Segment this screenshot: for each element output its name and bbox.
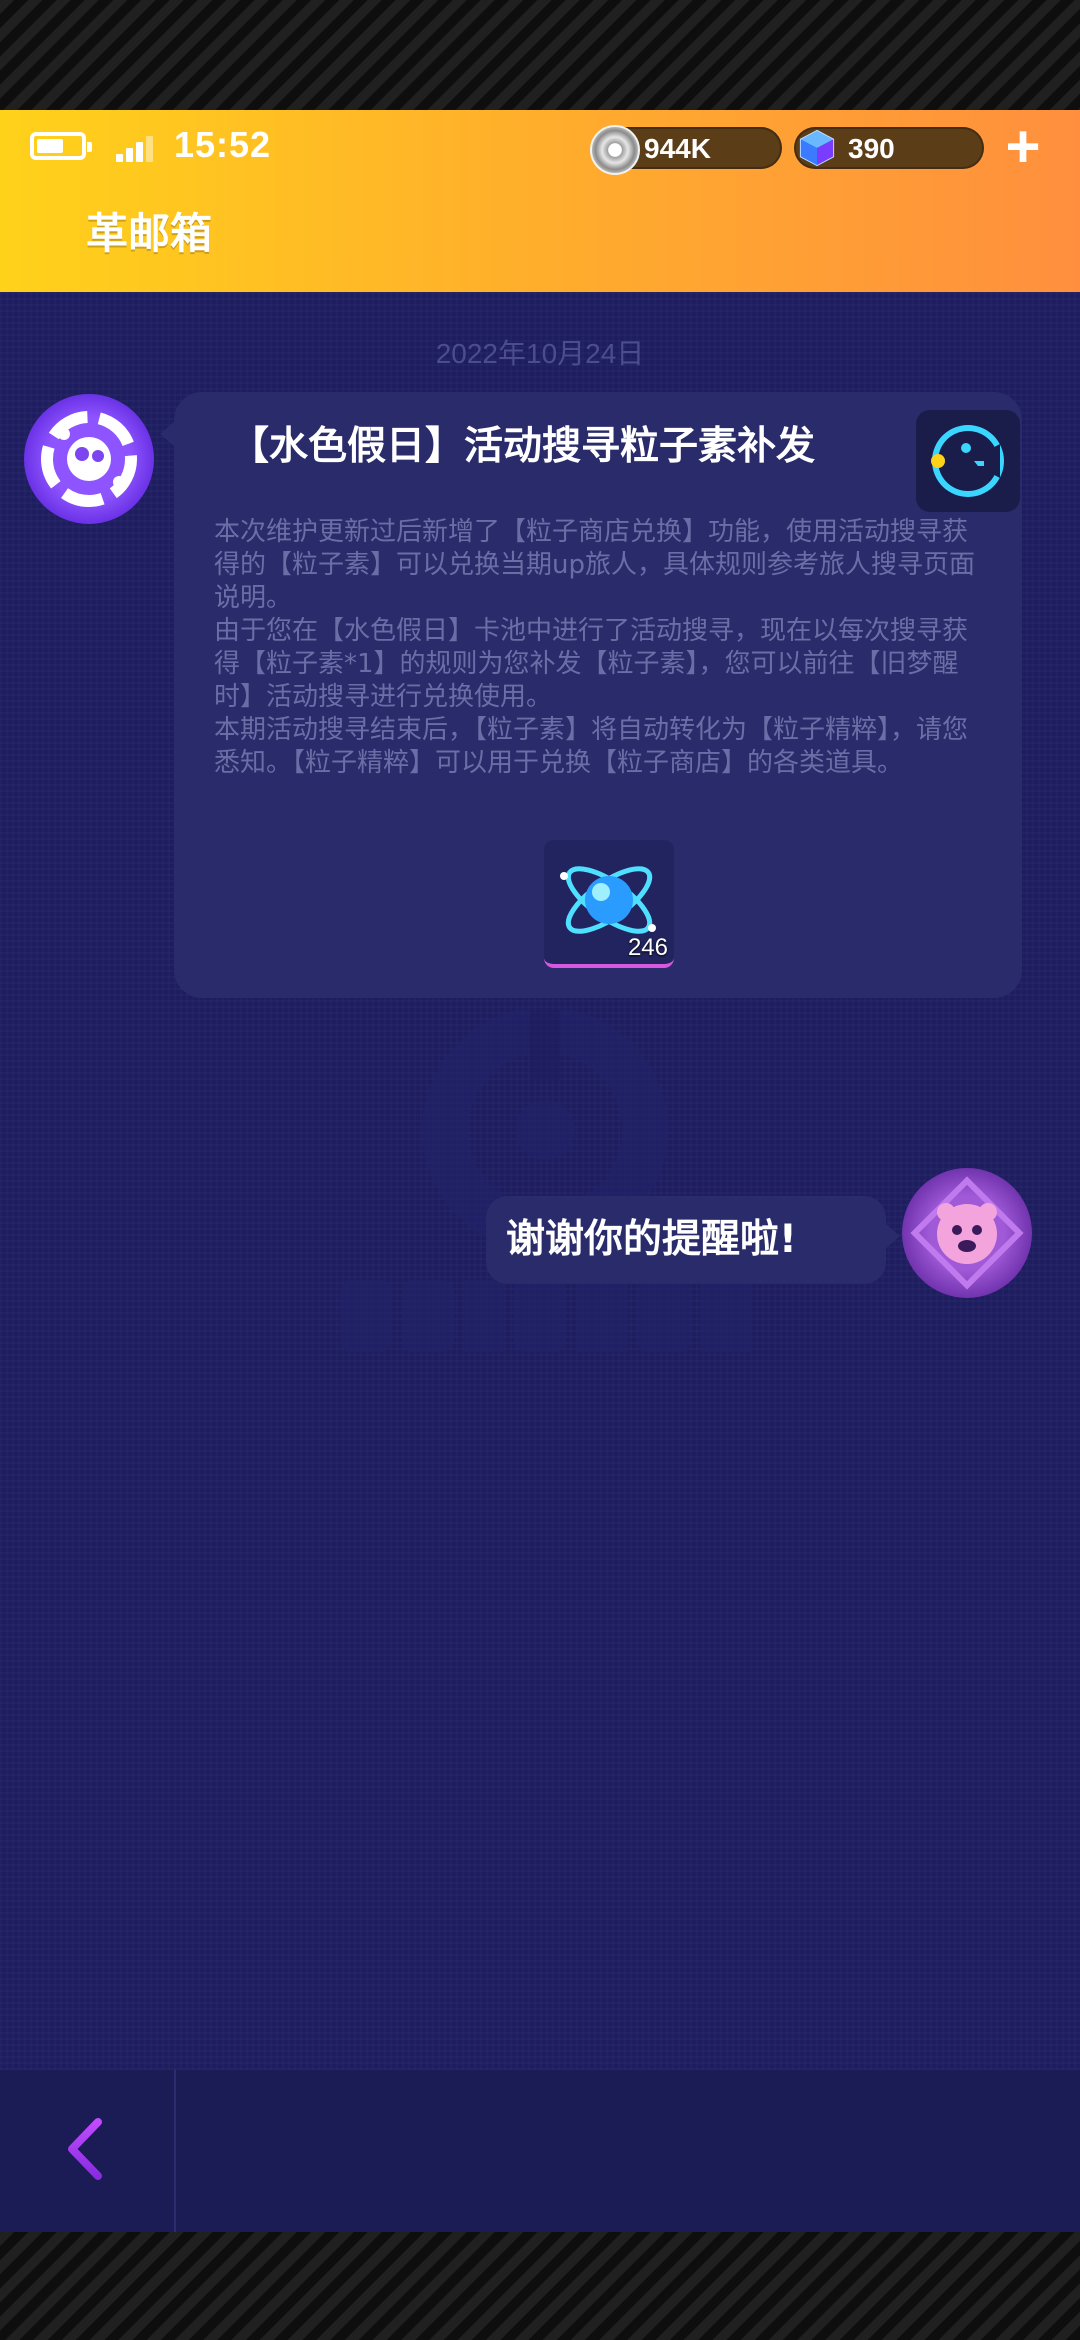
footer-divider <box>174 2070 176 2232</box>
footer-bar <box>0 2070 1080 2232</box>
message-body: 本次维护更新过后新增了【粒子商店兑换】功能，使用活动搜寻获得的【粒子素】可以兑换… <box>214 517 975 778</box>
reply-bubble-tail <box>884 1222 900 1250</box>
coin-balance[interactable]: 944K <box>590 125 782 175</box>
user-avatar[interactable] <box>902 1168 1032 1298</box>
reply-bubble[interactable]: 谢谢你的提醒啦! <box>486 1196 886 1284</box>
reply-text: 谢谢你的提醒啦! <box>506 1217 797 1262</box>
attachment-item[interactable]: 246 <box>544 840 674 968</box>
message-title: 【水色假日】活动搜寻粒子素补发 <box>230 424 816 469</box>
attachment-count: 246 <box>627 934 668 961</box>
top-edge-decoration <box>0 0 1080 110</box>
status-bar: 15:52 944K 390 + <box>0 110 1080 180</box>
bottom-edge-decoration <box>0 2232 1080 2340</box>
colorful-logo-icon <box>340 1010 752 1352</box>
signal-icon <box>116 134 153 162</box>
message-bubble: 【水色假日】活动搜寻粒子素补发 本次维护更新过后新增了【粒子商店兑换】功能，使用… <box>174 392 1022 998</box>
pacman-chat-icon[interactable] <box>916 410 1020 512</box>
plus-icon[interactable]: + <box>994 117 1052 177</box>
paw-face-icon <box>910 1176 1024 1290</box>
gem-balance[interactable]: 390 <box>794 127 984 169</box>
conversation-date: 2022年10月24日 <box>435 338 645 369</box>
header: 15:52 944K 390 + 革邮箱 <box>0 110 1080 292</box>
coin-icon <box>590 125 640 175</box>
chevron-left-icon[interactable] <box>54 2114 124 2184</box>
sender-avatar[interactable] <box>24 394 154 524</box>
cube-gem-icon <box>799 129 835 167</box>
gem-value: 390 <box>848 133 895 164</box>
status-time: 15:52 <box>174 124 272 165</box>
coin-value: 944K <box>644 133 711 164</box>
sender-avatar-icon <box>41 411 137 507</box>
battery-icon <box>30 132 92 160</box>
page-title: 革邮箱 <box>86 209 213 258</box>
